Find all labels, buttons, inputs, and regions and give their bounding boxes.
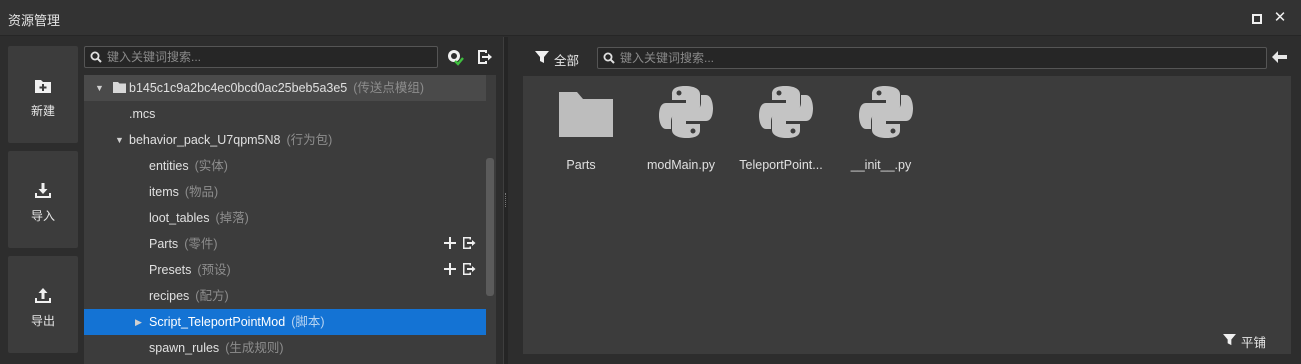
python-icon <box>759 86 813 138</box>
export-button-label: 导出 <box>30 314 55 328</box>
search-icon <box>603 52 615 64</box>
tree-item-spawn-rules[interactable]: spawn_rules (生成规则) <box>84 335 486 361</box>
tree-root-hint: (传送点模组) <box>353 81 425 95</box>
collapsed-arrow-icon[interactable]: ▶ <box>135 309 142 335</box>
filter-icon <box>535 51 549 63</box>
import-to-folder-icon[interactable] <box>462 262 476 276</box>
python-icon <box>859 86 913 138</box>
tree-item-hint: (生成规则) <box>225 341 284 355</box>
file-tile-parts[interactable]: Parts <box>536 84 626 180</box>
tree-item-hint: (预设) <box>197 263 231 277</box>
import-icon <box>35 183 51 198</box>
export-button[interactable]: 导出 <box>8 256 78 353</box>
tree-item-recipes[interactable]: recipes (配方) <box>84 283 486 309</box>
tree-root-row[interactable]: ▼ b145c1c9a2bc4ec0bcd0ac25beb5a3e5 (传送点模组… <box>84 75 486 101</box>
tree-item-hint: (物品) <box>184 185 219 199</box>
file-name: TeleportPoint... <box>739 158 823 172</box>
locate-file-icon[interactable] <box>446 48 464 66</box>
search-icon <box>90 51 102 63</box>
tree-root-label: b145c1c9a2bc4ec0bcd0ac25beb5a3e5 <box>129 81 348 95</box>
tree-item-items[interactable]: items (物品) <box>84 179 486 205</box>
tree-item-entities[interactable]: entities (实体) <box>84 153 486 179</box>
new-button[interactable]: 新建 <box>8 46 78 143</box>
close-button[interactable]: ✕ <box>1272 10 1288 26</box>
file-name: modMain.py <box>646 158 716 172</box>
add-icon[interactable] <box>443 262 457 276</box>
left-panel: 新建 导入 导出 ▼ <box>0 37 503 364</box>
file-tile-teleportpoint[interactable]: TeleportPoint... <box>736 84 826 180</box>
flatten-view-label: 平铺 <box>1241 336 1267 350</box>
tree-item-label: items <box>149 185 179 199</box>
add-icon[interactable] <box>443 236 457 250</box>
tree-scrollbar[interactable] <box>486 158 494 296</box>
expand-arrow-icon[interactable]: ▼ <box>115 127 124 153</box>
tree-item-label: Presets <box>149 263 192 277</box>
window-title: 资源管理 <box>8 13 61 28</box>
import-button-label: 导入 <box>30 209 55 223</box>
file-name: Parts <box>566 158 596 172</box>
folder-icon <box>559 92 613 137</box>
maximize-icon <box>1252 13 1262 24</box>
tree-item-hint: (配方) <box>195 289 229 303</box>
tree-item-label: entities <box>149 159 189 173</box>
file-name: __init__.py <box>850 158 912 172</box>
file-tile-init[interactable]: __init__.py <box>836 84 926 180</box>
tree-search-box <box>84 46 438 68</box>
tree-item-loot-tables[interactable]: loot_tables (掉落) <box>84 205 486 231</box>
import-button[interactable]: 导入 <box>8 151 78 248</box>
tree-item-behavior-pack[interactable]: ▼ behavior_pack_U7qpm5N8 (行为包) <box>84 127 486 153</box>
folder-icon <box>113 82 126 93</box>
file-search-box <box>597 47 1267 69</box>
filter-all-label: 全部 <box>554 54 580 68</box>
tree-item-hint: (掉落) <box>215 211 249 225</box>
tree-item-label: .mcs <box>129 107 156 121</box>
tree-item-mcs[interactable]: .mcs <box>84 101 486 127</box>
file-grid: Parts modMain.py TeleportPoint... __init… <box>523 76 1291 354</box>
new-folder-icon <box>35 80 51 93</box>
tree-item-presets[interactable]: Presets (预设) <box>84 257 486 283</box>
close-icon: ✕ <box>1273 9 1287 26</box>
filter-icon <box>1223 334 1236 346</box>
tree-item-hint: (实体) <box>194 159 228 173</box>
import-to-folder-icon[interactable] <box>462 236 476 250</box>
maximize-button[interactable] <box>1249 10 1265 26</box>
tree-item-hint: (零件) <box>184 237 218 251</box>
python-icon <box>659 86 713 138</box>
new-button-label: 新建 <box>30 104 55 118</box>
splitter-grip <box>505 193 507 207</box>
tree-item-label: loot_tables <box>149 211 210 225</box>
tree-item-label: Parts <box>149 237 179 251</box>
tree-item-script[interactable]: ▶ Script_TeleportPointMod (脚本) <box>84 309 486 335</box>
tree-item-parts[interactable]: Parts (零件) <box>84 231 486 257</box>
tree-item-hint: (行为包) <box>286 133 333 147</box>
collapse-all-icon[interactable] <box>475 48 493 66</box>
export-icon <box>35 288 51 303</box>
back-arrow-icon[interactable] <box>1270 49 1288 65</box>
tree-item-hint: (脚本) <box>291 315 325 329</box>
tree-item-label: Script_TeleportPointMod <box>149 315 286 329</box>
file-search-input[interactable] <box>620 50 1260 66</box>
tree-item-label: spawn_rules <box>149 341 220 355</box>
resource-tree: ▼ b145c1c9a2bc4ec0bcd0ac25beb5a3e5 (传送点模组… <box>84 75 496 364</box>
tree-item-label: recipes <box>149 289 190 303</box>
file-tile-modmain[interactable]: modMain.py <box>636 84 726 180</box>
expand-arrow-icon[interactable]: ▼ <box>95 75 104 101</box>
title-bar: 资源管理 ✕ <box>0 0 1301 36</box>
tree-search-input[interactable] <box>107 49 431 65</box>
right-panel: 全部 Parts modMain.py <box>508 37 1301 364</box>
tree-item-label: behavior_pack_U7qpm5N8 <box>129 133 281 147</box>
